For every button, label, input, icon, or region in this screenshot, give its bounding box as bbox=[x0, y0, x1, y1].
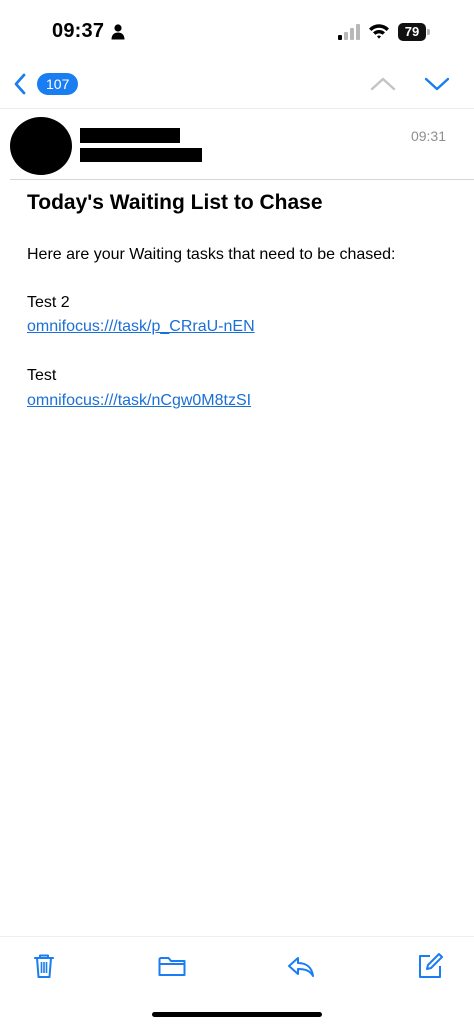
sender-avatar[interactable] bbox=[10, 117, 72, 175]
wifi-icon bbox=[369, 24, 389, 39]
home-indicator[interactable] bbox=[152, 1012, 322, 1017]
task-link[interactable]: omnifocus:///task/p_CRraU-nEN bbox=[27, 318, 255, 336]
task-title: Test bbox=[27, 367, 57, 384]
task-title: Test 2 bbox=[27, 294, 70, 311]
next-message-button[interactable] bbox=[422, 72, 452, 96]
mail-nav-bar: 107 bbox=[0, 62, 474, 108]
folder-icon[interactable] bbox=[157, 951, 187, 981]
battery-tip bbox=[427, 29, 430, 35]
message-subject: Today's Waiting List to Chase bbox=[27, 191, 323, 214]
task-link[interactable]: omnifocus:///task/nCgw0M8tzSI bbox=[27, 392, 251, 410]
trash-icon[interactable] bbox=[29, 951, 59, 981]
previous-message-button[interactable] bbox=[368, 72, 398, 96]
redacted-sender-name[interactable] bbox=[80, 128, 180, 143]
cellular-signal-icon bbox=[338, 24, 360, 40]
message-intro: Here are your Waiting tasks that need to… bbox=[27, 246, 396, 263]
chevron-left-icon bbox=[14, 73, 26, 95]
nav-divider bbox=[0, 108, 474, 109]
redacted-recipient bbox=[80, 148, 202, 162]
battery-indicator: 79 bbox=[398, 23, 431, 41]
battery-level: 79 bbox=[398, 23, 426, 41]
compose-icon[interactable] bbox=[415, 951, 445, 981]
received-time: 09:31 bbox=[410, 128, 446, 144]
unread-count-badge: 107 bbox=[37, 73, 79, 95]
back-button[interactable]: 107 bbox=[12, 70, 102, 98]
person-icon bbox=[111, 24, 125, 40]
status-bar: 09:37 79 bbox=[0, 0, 474, 62]
reply-icon[interactable] bbox=[286, 951, 316, 981]
header-divider bbox=[10, 179, 474, 180]
status-time: 09:37 bbox=[52, 20, 105, 42]
